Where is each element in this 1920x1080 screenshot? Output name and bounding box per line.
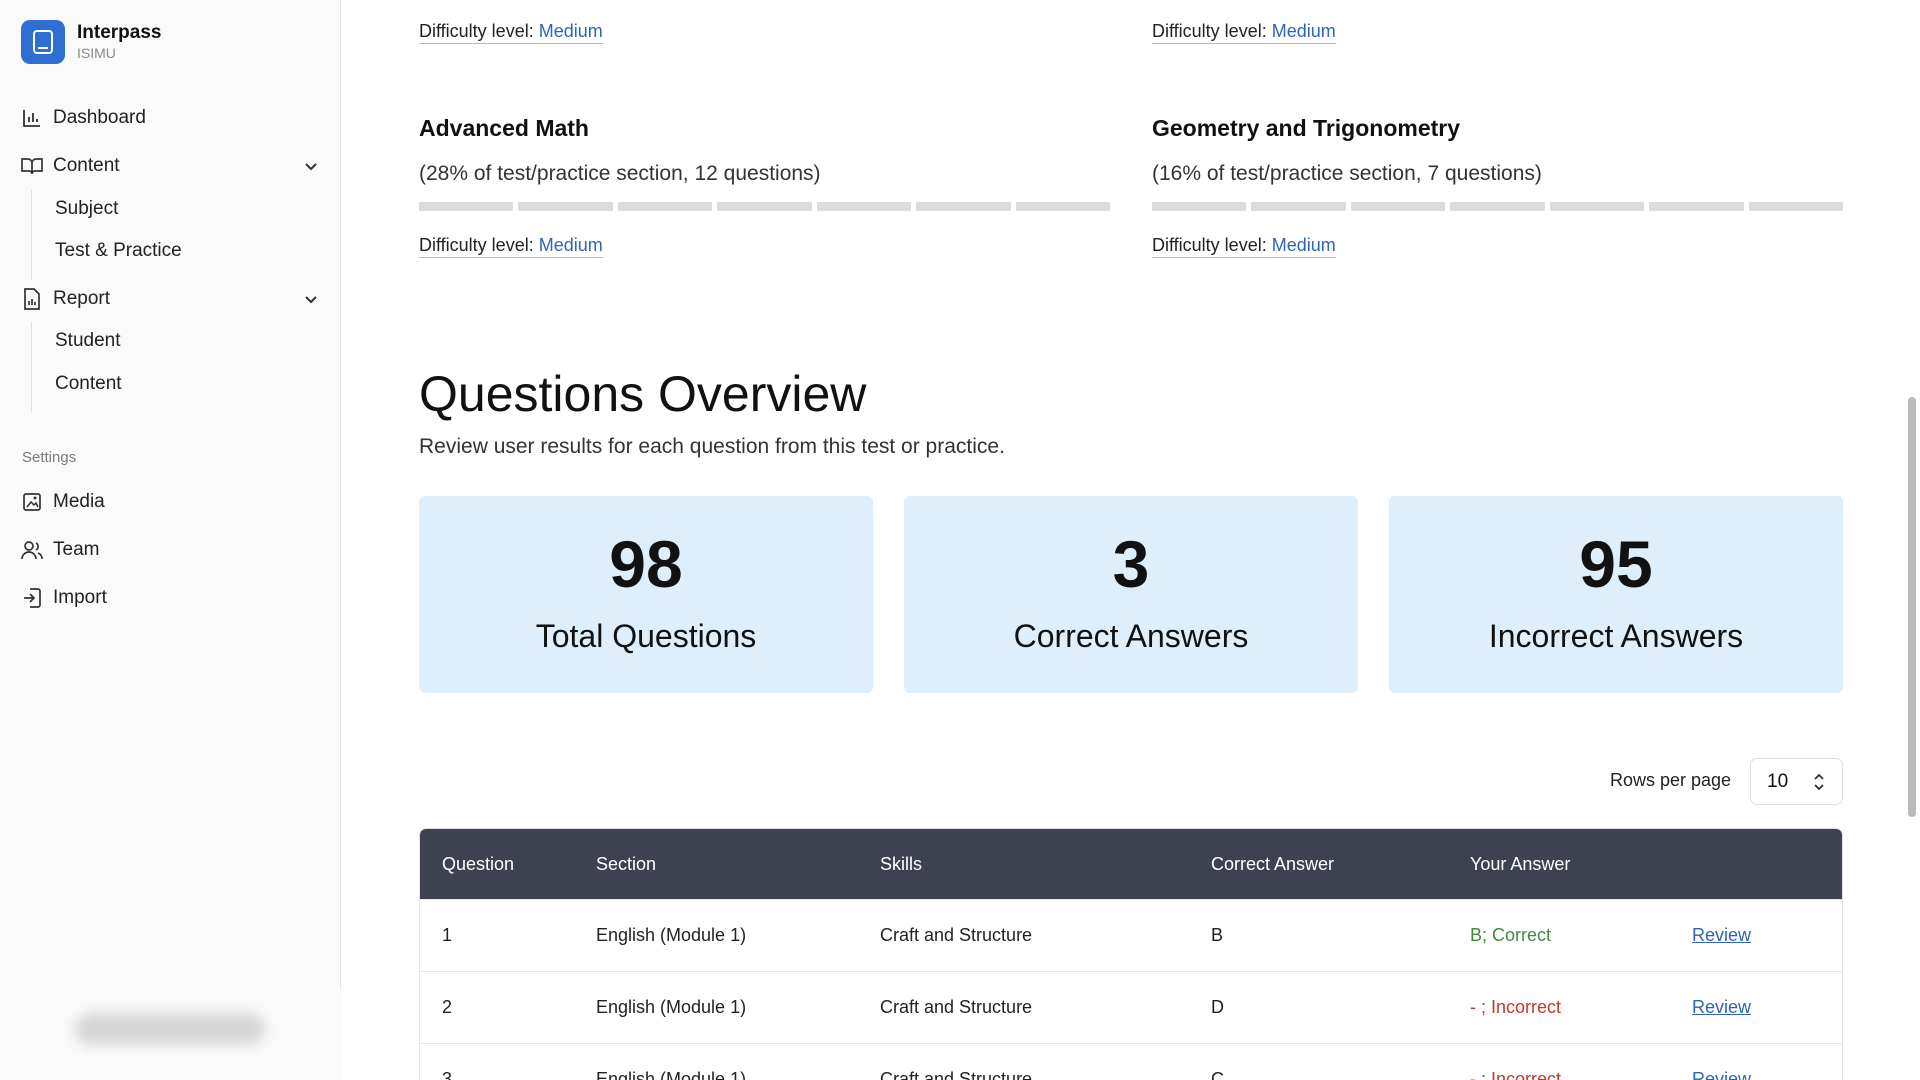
difficulty-level: Difficulty level: Medium (1152, 235, 1336, 258)
questions-table: Question Section Skills Correct Answer Y… (419, 828, 1843, 1080)
column-header-question[interactable]: Question (420, 854, 596, 875)
open-book-icon (21, 155, 43, 177)
cell-skills: Craft and Structure (880, 997, 1033, 1017)
column-header-section[interactable]: Section (596, 854, 880, 875)
progress-segments (419, 202, 1110, 211)
nav-subject[interactable]: Subject (55, 194, 118, 224)
table-header: Question Section Skills Correct Answer Y… (420, 829, 1842, 899)
difficulty-link[interactable]: Medium (539, 21, 603, 41)
rows-per-page-value: 10 (1767, 771, 1789, 792)
stat-value: 98 (609, 527, 683, 601)
section-subtitle: (28% of test/practice section, 12 questi… (419, 162, 821, 185)
stat-card-correct: 3 Correct Answers (904, 496, 1358, 693)
difficulty-level: Difficulty level: Medium (1152, 21, 1336, 44)
review-link[interactable]: Review (1692, 925, 1751, 945)
nav-team-label: Team (53, 539, 100, 560)
difficulty-level: Difficulty level: Medium (419, 21, 603, 44)
difficulty-link[interactable]: Medium (539, 235, 603, 255)
user-account-button[interactable] (75, 1013, 265, 1045)
users-icon (21, 539, 43, 561)
table-row: 2 English (Module 1) Craft and Structure… (420, 971, 1842, 1043)
column-header-your-answer[interactable]: Your Answer (1470, 854, 1692, 875)
nav-dashboard[interactable]: Dashboard (21, 100, 321, 136)
page-title: Questions Overview (419, 366, 867, 422)
cell-correct-answer: C (1211, 1069, 1224, 1080)
column-header-correct-answer[interactable]: Correct Answer (1211, 854, 1470, 875)
cell-skills: Craft and Structure (880, 925, 1033, 945)
cell-skills: Craft and Structure (880, 1069, 1033, 1080)
nav-content-label: Content (53, 155, 120, 176)
section-title: Advanced Math (419, 115, 589, 141)
review-link[interactable]: Review (1692, 997, 1751, 1017)
stat-value: 3 (1112, 527, 1150, 601)
section-title: Geometry and Trigonometry (1152, 115, 1461, 141)
cell-section: English (Module 1) (596, 925, 747, 945)
brand[interactable]: Interpass ISIMU (21, 20, 161, 64)
chevron-up-down-icon (1814, 773, 1824, 791)
nav-student[interactable]: Student (55, 326, 121, 356)
nav-media-label: Media (53, 491, 105, 512)
nav-tree-line (31, 190, 32, 280)
scrollbar-thumb[interactable] (1908, 397, 1916, 817)
chevron-down-icon[interactable] (301, 156, 321, 176)
brand-name: Interpass (77, 22, 162, 43)
sidebar: Interpass ISIMU Dashboard Content Subjec… (0, 0, 341, 1080)
brand-subtitle: ISIMU (77, 45, 116, 61)
nav-content[interactable]: Content (21, 148, 321, 184)
nav-import-label: Import (53, 587, 107, 608)
stat-value: 95 (1579, 527, 1653, 601)
main-content: Difficulty level: Medium Difficulty leve… (419, 0, 1843, 1080)
difficulty-label: Difficulty level: (419, 235, 534, 255)
difficulty-label: Difficulty level: (419, 21, 534, 41)
nav-dashboard-label: Dashboard (53, 107, 146, 128)
import-icon (21, 587, 43, 609)
bar-chart-icon (21, 107, 43, 129)
nav-import[interactable]: Import (21, 580, 321, 616)
difficulty-level: Difficulty level: Medium (419, 235, 603, 258)
chevron-down-icon[interactable] (301, 289, 321, 309)
rows-per-page-label: Rows per page (1610, 770, 1732, 790)
nav-test-practice[interactable]: Test & Practice (55, 236, 182, 266)
report-file-icon (21, 288, 43, 310)
difficulty-label: Difficulty level: (1152, 235, 1267, 255)
cell-correct-answer: D (1211, 997, 1224, 1017)
nav-report-content[interactable]: Content (55, 369, 122, 399)
section-subtitle: (16% of test/practice section, 7 questio… (1152, 162, 1542, 185)
book-logo-icon (21, 20, 65, 64)
stat-card-total: 98 Total Questions (419, 496, 873, 693)
difficulty-label: Difficulty level: (1152, 21, 1267, 41)
nav-team[interactable]: Team (21, 532, 321, 568)
rows-per-page-select[interactable]: 10 (1750, 758, 1843, 805)
progress-segments (1152, 202, 1843, 211)
nav-report[interactable]: Report (21, 281, 321, 317)
stat-label: Correct Answers (1013, 618, 1249, 654)
difficulty-link[interactable]: Medium (1272, 235, 1336, 255)
page-subtitle: Review user results for each question fr… (419, 435, 1005, 458)
nav-report-label: Report (53, 288, 111, 309)
review-link[interactable]: Review (1692, 1069, 1751, 1080)
nav-tree-line (31, 322, 32, 412)
cell-your-answer: B; Correct (1470, 925, 1552, 945)
cell-correct-answer: B (1211, 925, 1224, 945)
cell-question: 3 (442, 1069, 453, 1080)
cell-section: English (Module 1) (596, 1069, 747, 1080)
column-header-skills[interactable]: Skills (880, 854, 1211, 875)
table-row: 3 English (Module 1) Craft and Structure… (420, 1043, 1842, 1080)
cell-question: 2 (442, 997, 453, 1017)
stat-label: Total Questions (535, 618, 757, 654)
image-gallery-icon (21, 491, 43, 513)
cell-your-answer: - ; Incorrect (1470, 1069, 1562, 1080)
table-row: 1 English (Module 1) Craft and Structure… (420, 899, 1842, 971)
stat-label: Incorrect Answers (1488, 618, 1744, 654)
settings-label: Settings (22, 449, 77, 466)
stat-card-incorrect: 95 Incorrect Answers (1389, 496, 1843, 693)
cell-question: 1 (442, 925, 453, 945)
cell-section: English (Module 1) (596, 997, 747, 1017)
difficulty-link[interactable]: Medium (1272, 21, 1336, 41)
cell-your-answer: - ; Incorrect (1470, 997, 1562, 1017)
nav-media[interactable]: Media (21, 484, 321, 520)
